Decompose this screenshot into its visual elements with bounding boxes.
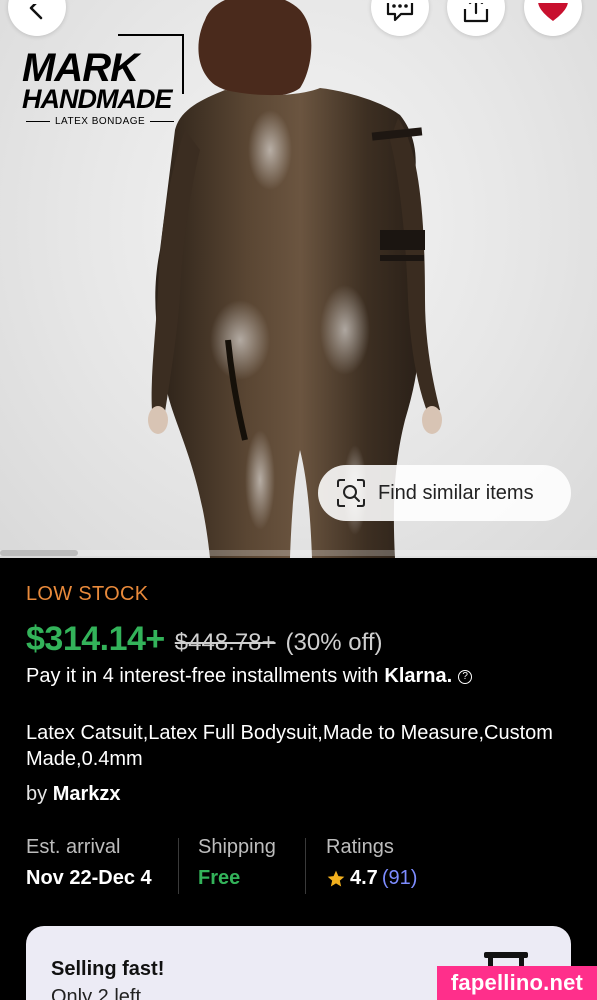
watermark: fapellino.net: [437, 966, 597, 1000]
klarna-logo: Klarna.: [384, 665, 453, 687]
shipping-label: Shipping: [198, 836, 276, 858]
discount-label: (30% off): [285, 629, 383, 656]
seller-prefix: by: [26, 783, 48, 805]
message-dots-icon: [386, 3, 414, 22]
shipping-value: Free: [198, 867, 241, 889]
info-icon[interactable]: ?: [458, 669, 473, 684]
stat-shipping: Shipping Free: [198, 836, 276, 890]
original-price: $448.78+: [174, 629, 276, 656]
heart-icon: [538, 3, 568, 21]
arrival-value: Nov 22-Dec 4: [26, 867, 152, 889]
installments-info[interactable]: Pay it in 4 interest-free installments w…: [26, 665, 473, 688]
notice-title: Selling fast!: [51, 958, 165, 980]
sale-price: $314.14+: [26, 620, 165, 658]
share-upload-icon: [463, 3, 489, 23]
find-similar-button[interactable]: Find similar items: [318, 465, 571, 521]
rating-count-link[interactable]: (91): [382, 867, 418, 890]
installments-text: Pay it in 4 interest-free installments w…: [26, 665, 379, 687]
product-image-gallery[interactable]: MARK HANDMADE LATEX BONDAGE Find similar…: [0, 0, 597, 558]
stats-divider: [305, 838, 306, 894]
rating-value: 4.7: [350, 867, 378, 889]
stock-status: LOW STOCK: [26, 583, 149, 605]
visual-search-icon: [337, 479, 365, 507]
seller-row[interactable]: by Markzx: [26, 783, 121, 806]
arrival-label: Est. arrival: [26, 836, 121, 858]
brand-logo-frame: [118, 34, 184, 94]
find-similar-label: Find similar items: [378, 481, 534, 504]
stat-ratings[interactable]: Ratings 4.7 (91): [326, 836, 417, 890]
image-progress-track: [0, 550, 597, 556]
price-row: $314.14+ $448.78+ (30% off): [26, 620, 382, 659]
product-title: Latex Catsuit,Latex Full Bodysuit,Made t…: [26, 722, 553, 770]
ratings-label: Ratings: [326, 836, 394, 858]
notice-subtitle: Only 2 left: [51, 986, 142, 1000]
stat-arrival: Est. arrival Nov 22-Dec 4: [26, 836, 152, 890]
image-progress-indicator: [0, 550, 78, 556]
brand-logo-tagline: LATEX BONDAGE: [55, 116, 146, 127]
stats-divider: [178, 838, 179, 894]
product-stats: Est. arrival Nov 22-Dec 4 Shipping Free …: [0, 836, 597, 896]
star-icon: [327, 870, 345, 886]
seller-name-link[interactable]: Markzx: [53, 783, 121, 805]
chevron-left-icon: [29, 4, 43, 20]
